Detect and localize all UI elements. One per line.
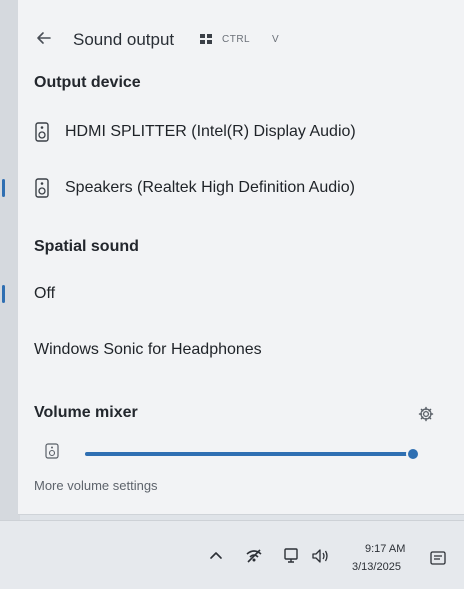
output-device-item-speakers[interactable]: Speakers (Realtek High Definition Audio) — [2, 168, 464, 208]
page-title: Sound output — [73, 30, 175, 49]
taskbar-clock-date[interactable]: 3/13/2025 — [352, 561, 401, 573]
output-device-label: Speakers (Realtek High Definition Audio) — [65, 179, 355, 196]
chevron-up-icon[interactable] — [206, 546, 226, 566]
selected-indicator — [2, 285, 5, 303]
spatial-sound-heading: Spatial sound — [34, 238, 139, 255]
taskbar-clock-time[interactable]: 9:17 AM — [365, 543, 405, 555]
spatial-sound-label: Windows Sonic for Headphones — [34, 341, 262, 358]
spatial-sound-item-windows-sonic[interactable]: Windows Sonic for Headphones — [18, 330, 464, 370]
speaker-icon — [45, 443, 59, 459]
volume-icon[interactable] — [310, 546, 330, 566]
shortcut-key-label: V — [272, 34, 279, 45]
notification-icon[interactable] — [428, 549, 448, 569]
network-offline-icon[interactable] — [244, 546, 264, 566]
shortcut-modifier-label: CTRL — [222, 34, 251, 45]
speaker-icon — [35, 178, 49, 198]
settings-gear-icon[interactable] — [418, 406, 434, 422]
selected-indicator — [2, 179, 5, 197]
display-icon[interactable] — [282, 546, 302, 566]
spatial-sound-label: Off — [34, 285, 56, 302]
speaker-icon — [35, 122, 49, 142]
volume-slider[interactable] — [85, 447, 420, 461]
keyboard-grid-icon — [200, 34, 212, 44]
desktop-background — [0, 0, 20, 520]
volume-mixer-heading: Volume mixer — [34, 404, 138, 421]
back-arrow-icon[interactable] — [34, 28, 54, 48]
spatial-sound-item-off[interactable]: Off — [2, 274, 464, 314]
output-device-item-hdmi[interactable]: HDMI SPLITTER (Intel(R) Display Audio) — [18, 112, 464, 152]
volume-slider-thumb[interactable] — [406, 447, 420, 461]
more-volume-settings-link[interactable]: More volume settings — [34, 478, 158, 493]
flyout-header: Sound output CTRL V — [18, 26, 464, 54]
taskbar: 9:17 AM 3/13/2025 — [0, 520, 464, 589]
volume-slider-fill — [85, 452, 413, 456]
output-device-label: HDMI SPLITTER (Intel(R) Display Audio) — [65, 123, 356, 140]
sound-output-flyout: Sound output CTRL V Output device HDMI S… — [2, 0, 464, 515]
output-device-heading: Output device — [34, 74, 141, 91]
